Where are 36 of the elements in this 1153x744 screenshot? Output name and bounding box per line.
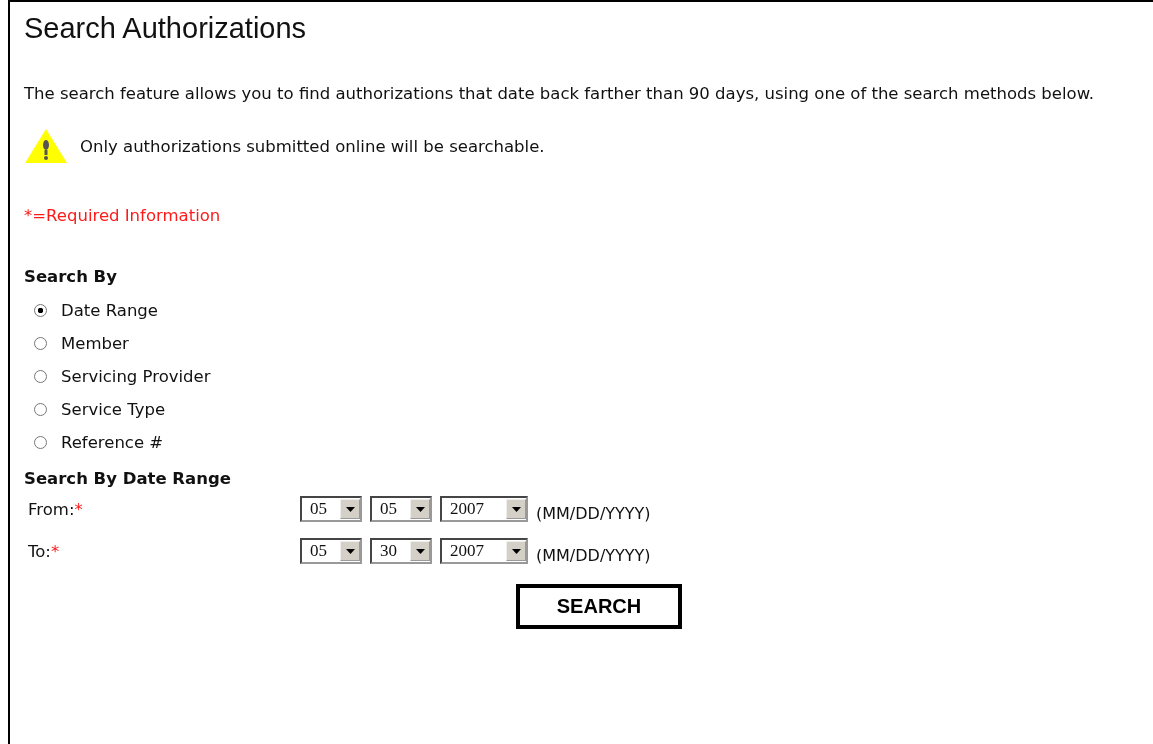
required-note: *=Required Information (24, 206, 222, 225)
dropdown-arrow-icon (345, 506, 355, 512)
dropdown[interactable]: 30 (370, 538, 432, 564)
dropdown[interactable]: 2007 (440, 496, 528, 522)
radio-button[interactable] (34, 370, 47, 383)
dropdown[interactable]: 05 (300, 538, 362, 564)
dropdown[interactable]: 05 (370, 496, 432, 522)
dropdown[interactable]: 2007 (440, 538, 528, 564)
intro-text: The search feature allows you to find authorizations that date back farther than 90 days, using one of the search methods below. (24, 83, 1095, 105)
dropdown-arrow-icon (415, 548, 425, 554)
format-hint: (MM/DD/YYYY) (536, 503, 651, 523)
warning-text: Only authorizations submitted online will be searchable. (80, 136, 545, 156)
format-hint: (MM/DD/YYYY) (536, 545, 651, 565)
radio-label: Servicing Provider (61, 367, 211, 386)
required-mark: * (50, 541, 60, 561)
search-button[interactable]: SEARCH (516, 584, 682, 629)
dropdown-arrow-icon (345, 548, 355, 554)
radio-button[interactable] (34, 304, 47, 317)
radio-label: Member (61, 334, 129, 353)
dropdown[interactable]: 05 (300, 496, 362, 522)
field-label: From: (28, 499, 75, 519)
warning-icon (24, 128, 68, 164)
radio-label: Reference # (61, 433, 164, 452)
section-heading: Search By Date Range (24, 469, 232, 488)
section-heading: Search By (24, 267, 118, 286)
dropdown-arrow-icon (511, 548, 521, 554)
radio-label: Date Range (61, 301, 158, 320)
radio-button[interactable] (34, 403, 47, 416)
radio-button[interactable] (34, 436, 47, 449)
radio-label: Service Type (61, 400, 166, 419)
required-mark: * (74, 499, 83, 519)
page-title: Search Authorizations (24, 12, 308, 44)
field-label: To: (28, 541, 51, 561)
dropdown-arrow-icon (415, 506, 425, 512)
radio-button[interactable] (34, 337, 47, 350)
dropdown-arrow-icon (511, 506, 521, 512)
